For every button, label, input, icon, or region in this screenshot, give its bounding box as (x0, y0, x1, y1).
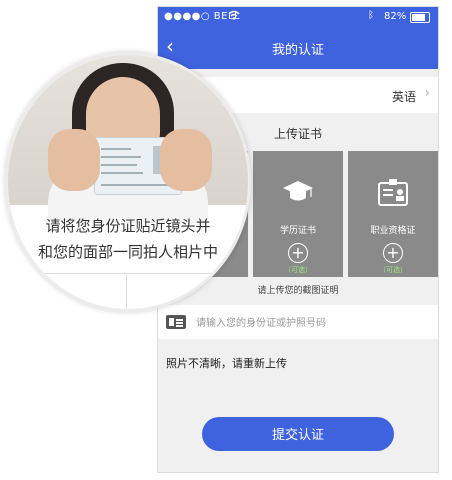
status-bar: ●●●●○ BELL ᛒ 82% (158, 7, 438, 27)
upload-card-diploma[interactable]: 学历证书 + （可选） (253, 151, 343, 277)
photo-error-text: 照片不清晰，请重新上传 (166, 357, 287, 370)
add-diploma-icon[interactable]: + (288, 243, 308, 263)
id-card-line (101, 164, 137, 166)
submit-button[interactable]: 提交认证 (202, 417, 394, 451)
battery-label: 82% (384, 11, 407, 22)
optional-tag: （可选） (284, 266, 312, 274)
battery-icon (410, 12, 430, 23)
graduation-cap-icon (283, 181, 313, 201)
right-hand-shape (160, 129, 212, 191)
optional-tag: （可选） (379, 266, 407, 274)
id-card-line (101, 148, 131, 150)
add-qualification-icon[interactable]: + (383, 243, 403, 263)
id-card-line (101, 172, 143, 174)
id-card-line (101, 156, 141, 158)
magnifier-circle: 请将您身份证贴近镜头并 和您的面部一同拍人相片中 (5, 52, 251, 312)
id-number-input[interactable] (194, 313, 428, 333)
id-card-line (101, 184, 173, 186)
left-hand-shape (48, 129, 100, 191)
language-value: 英语 (391, 90, 416, 104)
selfie-photo (8, 55, 248, 223)
upload-card-qualification[interactable]: 职业资格证 + （可选） (348, 151, 438, 277)
bluetooth-icon: ᛒ (368, 10, 374, 21)
qualification-label: 职业资格证 (370, 226, 416, 236)
wifi-icon (228, 10, 240, 20)
zoom-caption-line1: 请将您身份证贴近镜头并 (45, 217, 211, 235)
id-badge-icon (378, 179, 408, 206)
diploma-label: 学历证书 (279, 226, 316, 236)
id-card-icon (166, 315, 186, 329)
zoom-caption-line2: 和您的面部一同拍人相片中 (37, 243, 218, 261)
id-number-row (158, 305, 438, 339)
chevron-right-icon: › (424, 86, 430, 101)
divider (126, 273, 127, 309)
divider (8, 273, 248, 274)
